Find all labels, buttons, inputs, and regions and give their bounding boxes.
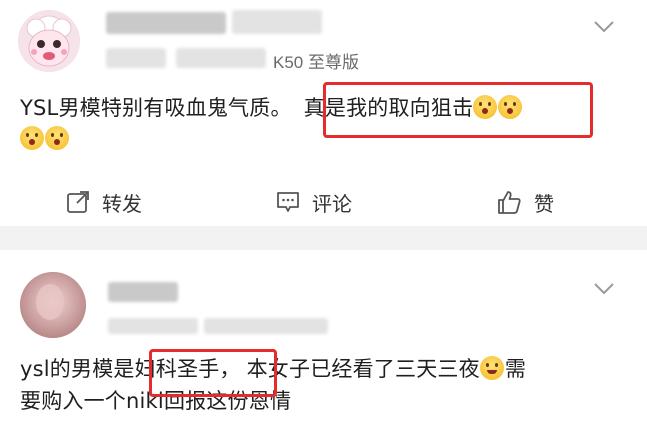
highlight-box: [149, 349, 277, 397]
like-label: 赞: [534, 191, 554, 216]
repost-label: 转发: [102, 191, 142, 216]
post-card: ysl的男模是妇科圣手， 本女子已经看了三天三夜需 要购入一个niki回报这份恩情: [0, 0, 647, 413]
repost-button[interactable]: 转发: [66, 182, 142, 222]
comment-label: 评论: [312, 191, 352, 216]
post-text: ysl的男模是: [20, 357, 135, 381]
blurred-photo-avatar-icon: [20, 272, 86, 338]
thumbs-up-icon: [498, 191, 521, 214]
chevron-down-icon[interactable]: [593, 282, 615, 296]
repost-icon: [67, 191, 89, 213]
source-redacted: [204, 318, 328, 334]
like-button[interactable]: 赞: [496, 182, 554, 222]
post-text: 本女子已经看了三天三夜: [246, 357, 480, 381]
timestamp-redacted: [108, 318, 198, 334]
post-content: ysl的男模是妇科圣手， 本女子已经看了三天三夜需: [20, 354, 640, 385]
comment-button[interactable]: 评论: [276, 182, 352, 222]
post-text: 需: [504, 357, 527, 381]
username-redacted[interactable]: [108, 282, 178, 302]
comment-icon: [277, 192, 299, 212]
feed-divider: [0, 226, 647, 250]
user-avatar[interactable]: [20, 272, 86, 338]
grin-emoji-icon: [479, 356, 504, 380]
